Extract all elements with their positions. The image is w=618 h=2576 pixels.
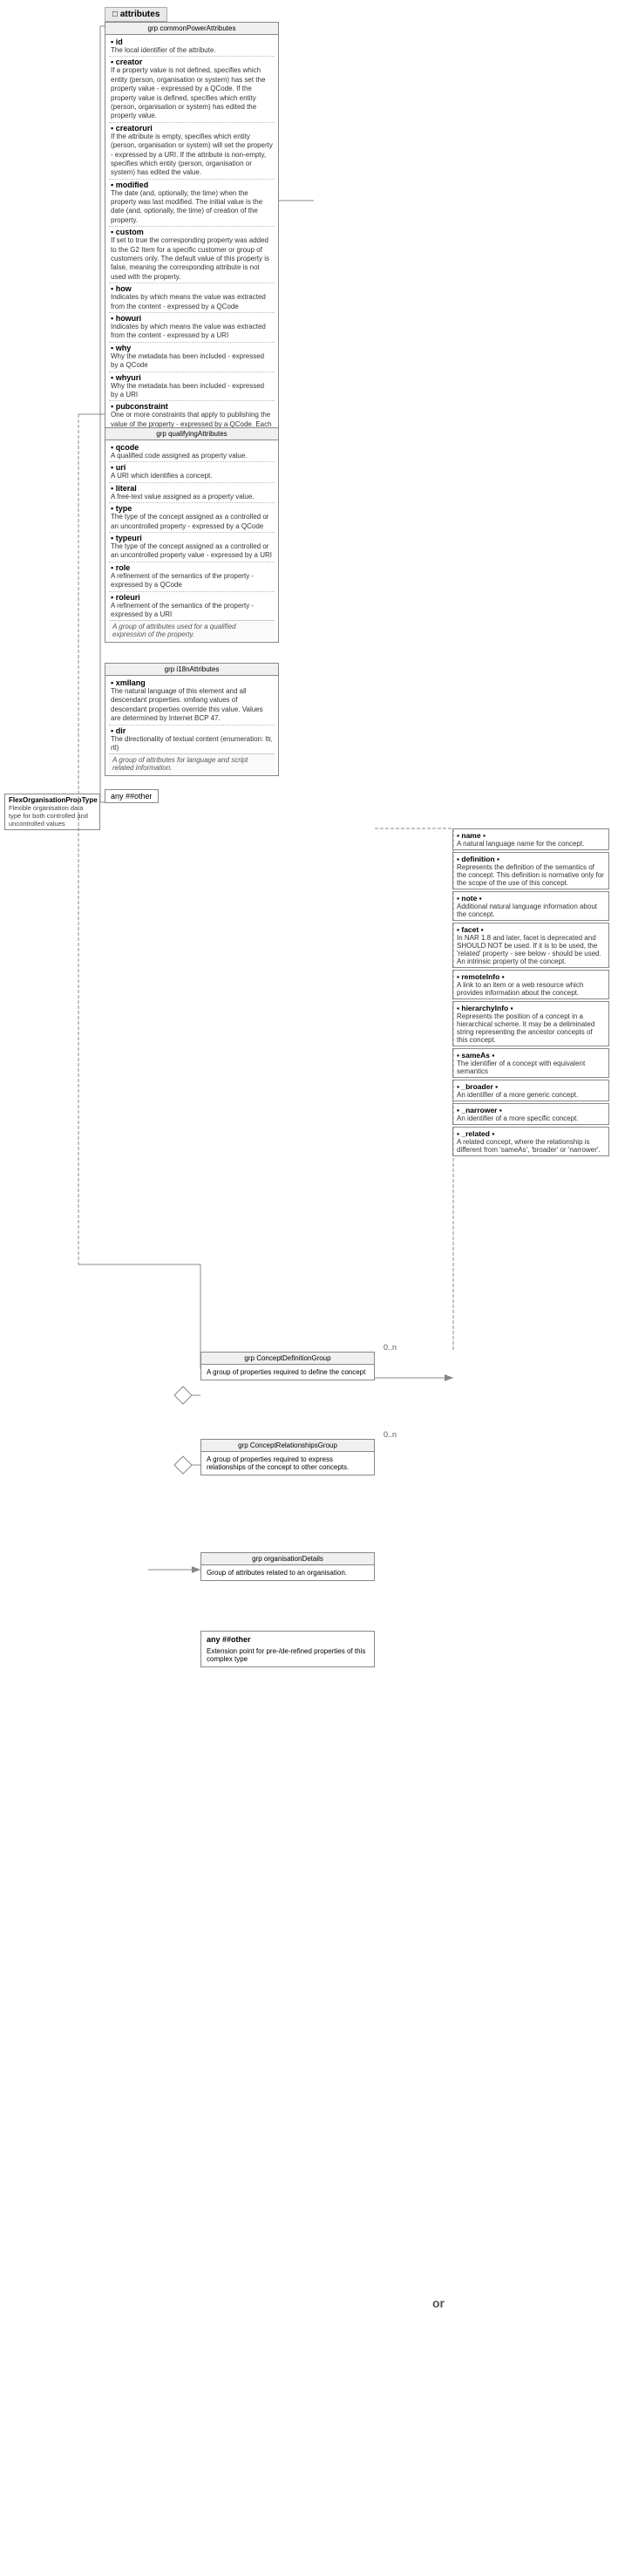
i18n-attributes-box: grp i18nAttributes ▪ xmllang The natural… <box>105 663 279 776</box>
any-other-bottom-label: any ##other <box>205 1633 370 1646</box>
qa-literal: ▪ literal A free-text value assigned as … <box>109 482 275 502</box>
right-narrower: ▪ _narrower ▪ An identifier of a more sp… <box>452 1103 609 1125</box>
attr-id: ▪ id The local identifier of the attribu… <box>109 37 275 56</box>
multiplicity-2: 0..n <box>384 1430 397 1439</box>
organisation-details-desc: Group of attributes related to an organi… <box>205 1567 370 1578</box>
i18n-body: ▪ xmllang The natural language of this e… <box>105 676 278 775</box>
qa-roleuri: ▪ roleuri A refinement of the semantics … <box>109 591 275 621</box>
qualifying-attributes-body: ▪ qcode A qualified code assigned as pro… <box>105 440 278 642</box>
right-broader: ▪ _broader ▪ An identifier of a more gen… <box>452 1080 609 1101</box>
attr-whyuri: ▪ whyuri Why the metadata has been inclu… <box>109 371 275 401</box>
qa-uri: ▪ uri A URI which identifies a concept. <box>109 461 275 481</box>
title-icon: □ <box>112 10 120 19</box>
concept-definition-desc: A group of properties required to define… <box>205 1366 370 1378</box>
attr-creatoruri: ▪ creatoruri If the attribute is empty, … <box>109 122 275 179</box>
attr-howuri: ▪ howuri Indicates by which means the va… <box>109 312 275 342</box>
multiplicity-1: 0..n <box>384 1343 397 1352</box>
organisation-details-header: grp organisationDetails <box>201 1553 374 1565</box>
any-other-label-left: any ##other <box>105 789 159 803</box>
concept-relationships-desc: A group of properties required to expres… <box>205 1454 370 1473</box>
i18n-dir: ▪ dir The directionality of textual cont… <box>109 725 275 754</box>
organisation-details-box: grp organisationDetails Group of attribu… <box>200 1552 375 1581</box>
any-other-bottom-box: any ##other Extension point for pre-/de-… <box>200 1631 375 1667</box>
common-power-attributes-header: grp commonPowerAttributes <box>105 23 278 35</box>
right-facet: ▪ facet ▪ In NAR 1.8 and later, facet is… <box>452 923 609 968</box>
attr-custom: ▪ custom If set to true the correspondin… <box>109 226 275 283</box>
right-sameas: ▪ sameAs ▪ The identifier of a concept w… <box>452 1048 609 1078</box>
i18n-footer: A group of attributes for language and s… <box>109 753 275 773</box>
right-definition: ▪ definition ▪ Represents the definition… <box>452 852 609 889</box>
qualifying-attributes-header: grp qualifyingAttributes <box>105 428 278 440</box>
concept-relationships-group-box: grp ConceptRelationshipsGroup A group of… <box>200 1439 375 1475</box>
right-remoteinfo: ▪ remoteInfo ▪ A link to an item or a we… <box>452 970 609 999</box>
title-text: attributes <box>120 10 160 19</box>
attr-why: ▪ why Why the metadata has been included… <box>109 342 275 371</box>
common-power-stereotype: grp commonPowerAttributes <box>109 24 275 32</box>
concept-relationships-header: grp ConceptRelationshipsGroup <box>201 1440 374 1452</box>
any-other-bottom-body: any ##other Extension point for pre-/de-… <box>201 1632 374 1666</box>
concept-relationships-stereotype: grp ConceptRelationshipsGroup <box>205 1441 370 1449</box>
qualifying-stereotype: grp qualifyingAttributes <box>109 430 275 438</box>
connector-overlay <box>0 0 618 2576</box>
flex-org-title: FlexOrganisationPropType <box>9 796 96 804</box>
or-label: or <box>432 2296 445 2310</box>
qa-qcode: ▪ qcode A qualified code assigned as pro… <box>109 442 275 461</box>
qualifying-attributes-box: grp qualifyingAttributes ▪ qcode A quali… <box>105 427 279 643</box>
qualifying-footer: A group of attributes used for a qualifi… <box>109 620 275 640</box>
right-note: ▪ note ▪ Additional natural language inf… <box>452 891 609 921</box>
concept-definition-body: A group of properties required to define… <box>201 1365 374 1380</box>
i18n-stereotype: grp i18nAttributes <box>109 665 275 673</box>
organisation-details-body: Group of attributes related to an organi… <box>201 1565 374 1580</box>
attr-how: ▪ how Indicates by which means the value… <box>109 283 275 312</box>
qa-type: ▪ type The type of the concept assigned … <box>109 502 275 532</box>
concept-definition-group-box: grp ConceptDefinitionGroup A group of pr… <box>200 1352 375 1380</box>
concept-definition-header: grp ConceptDefinitionGroup <box>201 1353 374 1365</box>
qa-typeuri: ▪ typeuri The type of the concept assign… <box>109 532 275 562</box>
any-other-bottom-desc: Extension point for pre-/de-refined prop… <box>205 1646 370 1665</box>
right-hierarchyinfo: ▪ hierarchyInfo ▪ Represents the positio… <box>452 1001 609 1046</box>
concept-relationships-body: A group of properties required to expres… <box>201 1452 374 1475</box>
right-attrs-container: ▪ name ▪ A natural language name for the… <box>452 828 609 1158</box>
i18n-header: grp i18nAttributes <box>105 664 278 676</box>
organisation-details-stereotype: grp organisationDetails <box>205 1555 370 1563</box>
diagram-title: □ attributes <box>105 7 167 22</box>
i18n-xmllang: ▪ xmllang The natural language of this e… <box>109 678 275 725</box>
attr-modified: ▪ modified The date (and, optionally, th… <box>109 179 275 227</box>
attr-creator: ▪ creator If a property value is not def… <box>109 56 275 121</box>
flex-org-desc: Flexible organisation data type for both… <box>9 804 96 828</box>
concept-definition-stereotype: grp ConceptDefinitionGroup <box>205 1354 370 1362</box>
diagram-container: □ attributes grp commonPowerAttributes ▪… <box>0 0 618 2576</box>
qa-role: ▪ role A refinement of the semantics of … <box>109 562 275 591</box>
right-related: ▪ _related ▪ A related concept, where th… <box>452 1127 609 1156</box>
right-name: ▪ name ▪ A natural language name for the… <box>452 828 609 850</box>
flex-org-prop-type-box: FlexOrganisationPropType Flexible organi… <box>4 794 100 830</box>
